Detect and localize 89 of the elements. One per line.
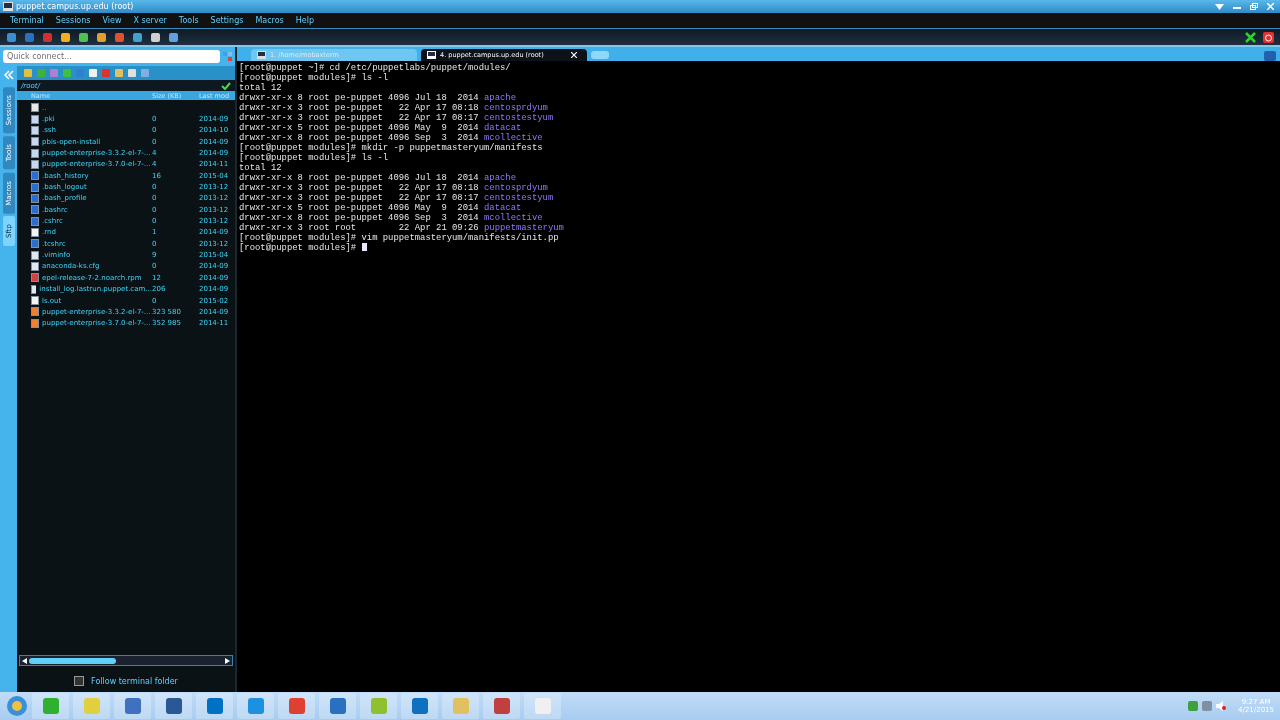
split-icon[interactable] [1264,51,1276,61]
taskbar-button[interactable] [483,693,520,719]
terminal-line: [root@puppet modules]# ls -l [239,153,389,163]
scroll-left-icon[interactable] [22,657,27,664]
start-button-icon[interactable] [6,695,28,717]
speaker-icon[interactable] [1216,701,1227,711]
app-icon [164,697,183,715]
toolbar-button-icon[interactable] [132,31,143,43]
terminal-line: total 12 [239,163,282,173]
checkbox[interactable] [74,676,85,686]
window-title: puppet.campus.up.edu (root) [16,2,134,11]
taskbar-button[interactable] [114,693,151,719]
taskbar-button[interactable] [401,693,438,719]
app-icon [82,697,101,715]
app-icon [492,697,511,715]
app-icon [410,697,429,715]
terminal-prompt: [root@puppet modules]# [239,243,358,253]
taskbar-button[interactable] [237,693,274,719]
terminal-line: drwxr-xr-x 8 root pe-puppet 4096 Sep 3 2014 [239,133,480,143]
app-icon [246,697,265,715]
toolbar-button-icon[interactable] [78,31,89,43]
terminal-line: drwxr-xr-x 3 root pe-puppet 22 Apr 17 08:18 [239,183,480,193]
directory-name: datacat [484,123,522,133]
directory-name: centostestyum [484,113,554,123]
app-icon [123,697,142,715]
terminal-line: [root@puppet modules]# mkdir -p puppetmasteryum/manifests [239,143,543,153]
checkbox-label[interactable]: Follow terminal folder [91,676,178,686]
tray-icon[interactable] [1202,701,1213,711]
terminal-line: drwxr-xr-x 3 root pe-puppet 22 Apr 17 08:18 [239,103,480,113]
terminal-icon [257,51,266,59]
directory-name: mcollective [484,213,543,223]
app-icon [533,697,552,715]
app-icon [451,697,470,715]
x-icon[interactable] [1245,31,1256,43]
terminal-line: drwxr-xr-x 8 root pe-puppet 4096 Jul 18 2014 [239,93,480,103]
terminal-line: drwxr-xr-x 3 root root 22 Apr 21 09:26 [239,223,480,233]
menu-item[interactable]: View [96,16,128,25]
text-cursor [361,243,367,251]
menu-item[interactable]: Help [289,16,321,25]
terminal-line: drwxr-xr-x 3 root pe-puppet 22 Apr 17 08:17 [239,113,480,123]
directory-name: centosprdyum [484,183,548,193]
toolbar-button-icon[interactable] [6,31,17,43]
quick-connect-field[interactable]: Quick connect... [3,50,220,63]
horizontal-scrollbar[interactable] [19,655,233,666]
app-icon [41,697,60,715]
terminal-line: [root@puppet modules]# vim puppetmasteryum/manifests/init.pp [239,233,559,243]
taskbar-button[interactable] [155,693,192,719]
directory-name: mcollective [484,133,543,143]
menu-item[interactable]: X server [127,16,173,25]
terminal-line: drwxr-xr-x 3 root pe-puppet 22 Apr 17 08:17 [239,193,480,203]
terminal-icon [427,51,436,59]
menu-item[interactable]: Tools [172,16,205,25]
menu-item[interactable]: Settings [204,16,250,25]
terminal-line: drwxr-xr-x 5 root pe-puppet 4096 May 9 2014 [239,203,480,213]
menu-item[interactable]: Macros [249,16,290,25]
directory-name: datacat [484,203,522,213]
collapse-icon[interactable] [3,70,14,80]
taskbar-button[interactable] [278,693,315,719]
toolbar-button-icon[interactable] [168,31,179,43]
checkmark-icon [221,81,231,90]
toolbar-button-icon[interactable] [96,31,107,43]
taskbar-button[interactable] [196,693,233,719]
tray-icon[interactable] [1188,701,1199,711]
dropdown-icon[interactable] [1215,3,1224,10]
menu-item[interactable]: Terminal [4,16,50,25]
scroll-right-icon[interactable] [225,657,230,664]
menu-item[interactable]: Sessions [49,16,97,25]
close-icon[interactable] [571,52,577,58]
app-icon [328,697,347,715]
directory-name: centosprdyum [484,103,548,113]
toolbar-button-icon[interactable] [60,31,71,43]
directory-name: centostestyum [484,193,554,203]
directory-name: puppetmasteryum [484,223,564,233]
terminal-line: total 12 [239,83,282,93]
restore-icon[interactable] [1250,3,1258,10]
directory-name: apache [484,93,516,103]
directory-name: apache [484,173,516,183]
terminal-icon [3,2,13,11]
app-icon [287,697,306,715]
toolbar-button-icon[interactable] [150,31,161,43]
app-icon [369,697,388,715]
terminal-line: [root@puppet modules]# ls -l [239,73,389,83]
power-icon[interactable] [1263,31,1274,43]
taskbar-button[interactable] [319,693,356,719]
app-icon [205,697,224,715]
terminal-line: [root@puppet ~]# cd /etc/puppetlabs/puppet/modules/ [239,63,511,73]
terminal-line: drwxr-xr-x 8 root pe-puppet 4096 Sep 3 2014 [239,213,480,223]
terminal-line: drwxr-xr-x 5 root pe-puppet 4096 May 9 2014 [239,123,480,133]
terminal-line: drwxr-xr-x 8 root pe-puppet 4096 Jul 18 2014 [239,173,480,183]
